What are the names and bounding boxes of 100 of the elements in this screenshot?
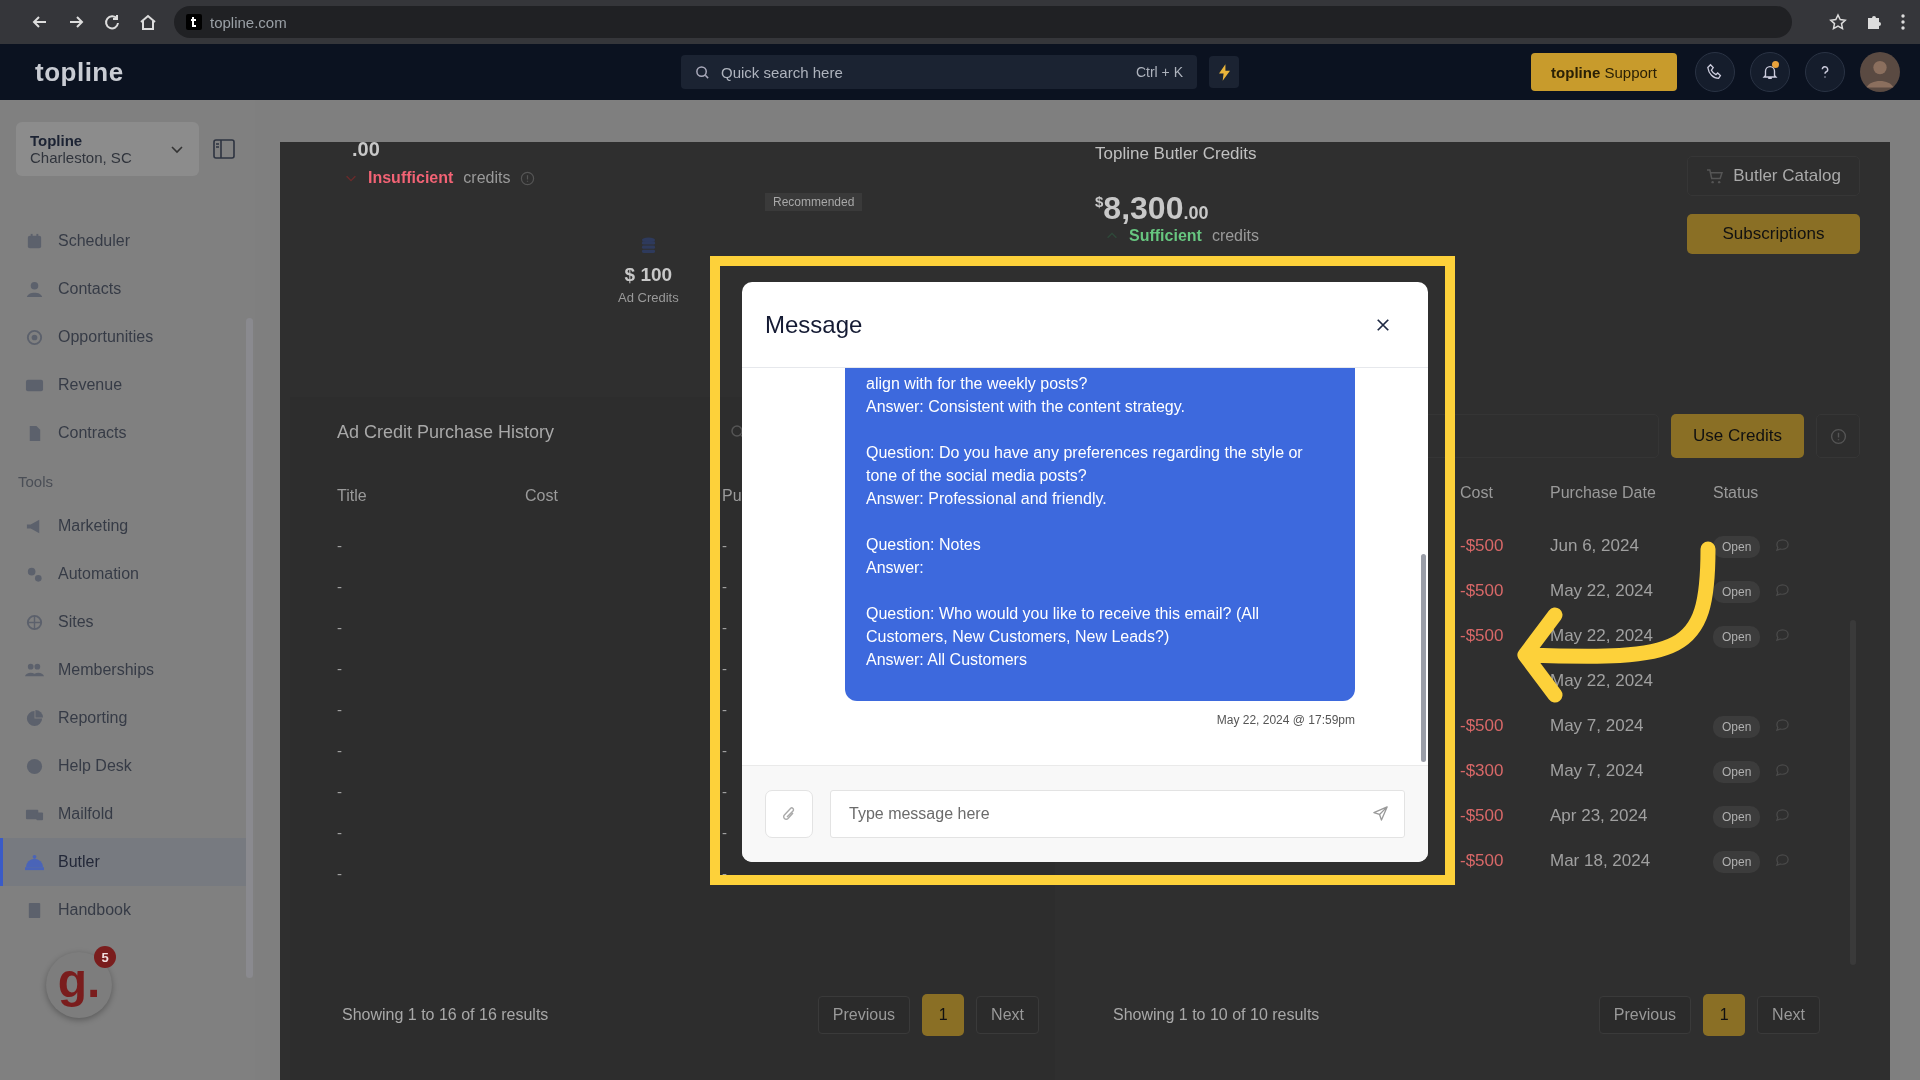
credit-amount: .00 bbox=[351, 138, 381, 161]
table-cell-text: May 7, 2024 bbox=[1550, 715, 1645, 736]
table-cell-text: May 7, 2024 bbox=[1550, 760, 1645, 781]
chat-icon[interactable] bbox=[1775, 718, 1790, 733]
sidebar-item[interactable]: Contracts bbox=[0, 409, 250, 457]
previous-button[interactable]: Previous bbox=[817, 996, 911, 1034]
table-cell-text: - bbox=[337, 865, 343, 882]
dialog-title: Message bbox=[765, 310, 863, 339]
sidebar-item[interactable]: Marketing bbox=[0, 502, 250, 550]
table-cell-text: - bbox=[722, 619, 728, 636]
table-cell-text: - bbox=[722, 824, 728, 841]
target-icon bbox=[25, 327, 44, 347]
next-button[interactable]: Next bbox=[976, 996, 1039, 1034]
phone-button[interactable] bbox=[1695, 52, 1735, 92]
message-input[interactable]: Type message here bbox=[830, 790, 1405, 838]
help-button[interactable] bbox=[1805, 52, 1845, 92]
sidebar-item[interactable]: Sites bbox=[0, 598, 250, 646]
table-cell: -$500 bbox=[1460, 535, 1504, 555]
sidebar-item[interactable]: Help Desk bbox=[0, 742, 250, 790]
avatar[interactable] bbox=[1860, 52, 1900, 92]
page-button[interactable]: 1 bbox=[1703, 994, 1746, 1036]
table-cell-text: - bbox=[722, 660, 728, 677]
sidebar-item[interactable]: Mailfold bbox=[0, 790, 250, 838]
table-cell-text: May 22, 2024 bbox=[1550, 580, 1654, 601]
status-badge: Open bbox=[1713, 850, 1761, 873]
table-cell-text: - bbox=[337, 578, 343, 595]
table-cell: -$500 bbox=[1460, 850, 1504, 870]
chat-icon[interactable] bbox=[1775, 853, 1790, 868]
scrollbar[interactable] bbox=[1421, 554, 1426, 762]
close-icon[interactable] bbox=[1376, 317, 1390, 332]
chat-icon[interactable] bbox=[1775, 538, 1790, 553]
bell-icon bbox=[25, 852, 44, 872]
info-button[interactable] bbox=[1816, 414, 1860, 458]
card-title: Topline Butler Credits bbox=[1095, 144, 1258, 164]
package-label: Ad Credits bbox=[618, 290, 679, 305]
sidebar-item[interactable]: Automation bbox=[0, 550, 250, 598]
column-header: Status bbox=[1713, 484, 1760, 502]
send-icon[interactable] bbox=[1372, 805, 1389, 822]
notifications-button[interactable] bbox=[1750, 52, 1790, 92]
table-cell-text: - bbox=[337, 537, 343, 554]
lightning-button[interactable] bbox=[1209, 56, 1239, 88]
table-cell-text: - bbox=[337, 619, 343, 636]
table-cell-text: May 22, 2024 bbox=[1550, 625, 1654, 646]
chat-icon[interactable] bbox=[1775, 628, 1790, 643]
credit-status: Sufficient bbox=[1129, 227, 1202, 245]
sidebar-item[interactable]: Revenue bbox=[0, 361, 250, 409]
previous-button[interactable]: Previous bbox=[1598, 996, 1692, 1034]
chat-icon[interactable] bbox=[1775, 763, 1790, 778]
next-button[interactable]: Next bbox=[1757, 996, 1820, 1034]
credit-package[interactable]: $ 100 Ad Credits bbox=[618, 237, 679, 305]
sidebar-item[interactable]: Memberships bbox=[0, 646, 250, 694]
results-summary: Showing 1 to 10 of 10 results bbox=[1113, 1006, 1320, 1024]
home-icon[interactable] bbox=[138, 12, 158, 32]
message-text: align with for the weekly posts? Answer: Consistent with the content strategy. Question: Do you have any preferences regarding the style or tone of the social media posts? Answer: Professional and friendly. Question: Notes Answer: Question: Who would you like to receive this email? (All Customers, New Customers, New Leads?) Answer: All Customers bbox=[866, 374, 1304, 670]
chat-icon[interactable] bbox=[1775, 808, 1790, 823]
account-name: Topline bbox=[30, 132, 84, 149]
column-header: Cost bbox=[525, 487, 559, 505]
address-bar[interactable]: topline.com bbox=[174, 6, 1792, 38]
sidebar-item[interactable]: Contacts bbox=[0, 265, 250, 313]
kebab-menu-icon[interactable] bbox=[1900, 12, 1906, 32]
credit-status-label: credits bbox=[1211, 227, 1259, 245]
table-cell-text: - bbox=[337, 701, 343, 718]
sidebar-item[interactable]: Handbook bbox=[0, 886, 250, 934]
status-badge: Open bbox=[1713, 625, 1761, 648]
page-button[interactable]: 1 bbox=[922, 994, 965, 1036]
table-cell: -$500 bbox=[1460, 805, 1504, 825]
notification-badge: 5 bbox=[94, 946, 116, 968]
card-title: Ad Credit Purchase History bbox=[337, 421, 556, 443]
table-cell-text: - bbox=[722, 701, 728, 718]
bell-icon bbox=[1761, 63, 1779, 81]
column-header: Title bbox=[337, 487, 368, 505]
subscriptions-button[interactable]: Subscriptions bbox=[1687, 214, 1860, 254]
column-header: Cost bbox=[1460, 484, 1494, 502]
table-cell-text: - bbox=[722, 578, 728, 595]
status-badge: Open bbox=[1713, 715, 1761, 738]
sidebar-item[interactable]: Scheduler bbox=[0, 217, 250, 265]
reload-icon[interactable] bbox=[102, 12, 122, 32]
table-cell-text: Mar 18, 2024 bbox=[1550, 850, 1652, 871]
account-switcher[interactable]: Topline Charleston, SC bbox=[16, 122, 199, 176]
url-text: topline.com bbox=[210, 13, 287, 31]
chat-icon[interactable] bbox=[1775, 583, 1790, 598]
lightning-icon bbox=[1218, 63, 1230, 81]
sidebar-item[interactable]: Reporting bbox=[0, 694, 250, 742]
coins-icon bbox=[640, 237, 656, 254]
credit-status-label: credits bbox=[463, 169, 511, 187]
star-icon[interactable] bbox=[1828, 12, 1848, 32]
attach-button[interactable] bbox=[765, 790, 813, 838]
column-header: Pu bbox=[722, 487, 743, 505]
calendar-icon bbox=[25, 231, 44, 251]
sidebar-item[interactable]: Opportunities bbox=[0, 313, 250, 361]
catalog-button[interactable]: Butler Catalog bbox=[1687, 156, 1860, 196]
table-cell-text: - bbox=[337, 660, 343, 677]
info-icon[interactable] bbox=[520, 170, 536, 186]
cart-icon bbox=[1706, 168, 1724, 184]
phone-icon bbox=[1706, 63, 1724, 81]
table-cell-text: Apr 23, 2024 bbox=[1550, 805, 1649, 826]
use-credits-button[interactable]: Use Credits bbox=[1671, 414, 1804, 458]
support-button[interactable]: topline Support bbox=[1531, 53, 1677, 91]
sidebar-toggle-icon[interactable] bbox=[213, 139, 235, 159]
logo: topline bbox=[35, 56, 125, 88]
